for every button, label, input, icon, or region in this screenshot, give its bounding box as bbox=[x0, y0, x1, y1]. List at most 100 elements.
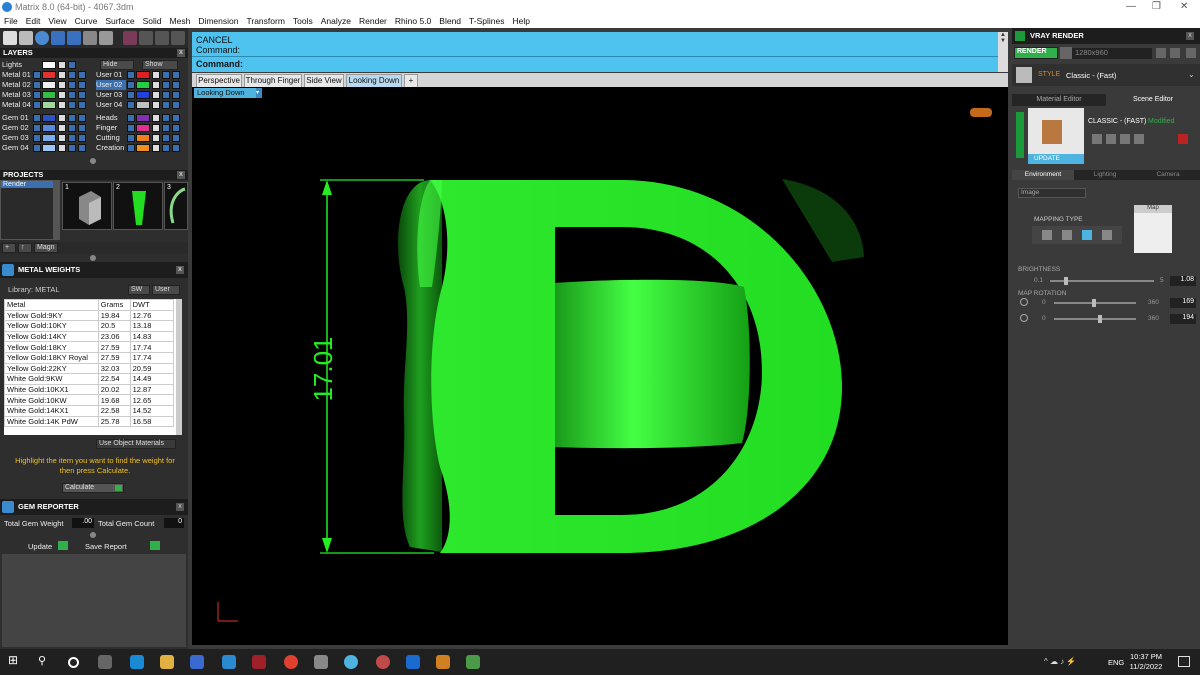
hide-button[interactable]: Hide bbox=[100, 60, 134, 70]
layer-toggle-icon[interactable] bbox=[127, 114, 135, 122]
calculate-button[interactable]: Calculate bbox=[62, 483, 124, 493]
collapse-handle[interactable] bbox=[90, 158, 96, 164]
new-file-icon[interactable] bbox=[3, 31, 17, 45]
tray-icons[interactable]: ^ ☁ ♪ ⚡ bbox=[1044, 657, 1076, 666]
clock-date[interactable]: 11/2/2022 bbox=[1128, 662, 1164, 671]
collapse-handle[interactable] bbox=[90, 255, 96, 261]
layer-visibility-icon[interactable] bbox=[172, 71, 180, 79]
layer-color-swatch[interactable] bbox=[136, 91, 150, 99]
lightbulb-icon[interactable] bbox=[152, 101, 160, 109]
menu-solid[interactable]: Solid bbox=[139, 14, 166, 26]
viewport-label[interactable]: Looking Down ▾ bbox=[194, 88, 262, 98]
layer-row-label[interactable]: Cutting bbox=[96, 133, 126, 143]
file-explorer-icon[interactable] bbox=[160, 655, 174, 669]
lock-icon[interactable] bbox=[162, 71, 170, 79]
layer-toggle-icon[interactable] bbox=[33, 101, 41, 109]
lock-icon[interactable] bbox=[68, 144, 76, 152]
snap-icon[interactable] bbox=[139, 31, 153, 45]
sw-button[interactable]: SW bbox=[128, 285, 150, 295]
rotation1-slider-thumb[interactable] bbox=[1092, 299, 1096, 307]
layer-visibility-icon[interactable] bbox=[172, 144, 180, 152]
layer-visibility-icon[interactable] bbox=[78, 144, 86, 152]
table-scrollbar[interactable] bbox=[176, 299, 182, 435]
lock-icon[interactable] bbox=[162, 101, 170, 109]
layer-row-label[interactable]: Gem 04 bbox=[2, 143, 29, 153]
close-icon[interactable]: ✕ bbox=[1180, 1, 1188, 12]
table-row[interactable]: Yellow Gold:18KY 27.59 17.74 bbox=[4, 341, 175, 353]
lock-icon[interactable] bbox=[68, 114, 76, 122]
tab-camera[interactable]: Camera bbox=[1136, 170, 1200, 180]
layer-row-label[interactable]: Finger bbox=[96, 123, 126, 133]
rotation2-value[interactable]: 194 bbox=[1170, 314, 1196, 324]
language-indicator[interactable]: ENG bbox=[1108, 658, 1124, 667]
layer-color-swatch[interactable] bbox=[42, 91, 56, 99]
layer-color-swatch[interactable] bbox=[136, 71, 150, 79]
layer-visibility-icon[interactable] bbox=[78, 114, 86, 122]
table-row[interactable]: White Gold:14KX1 22.58 14.52 bbox=[4, 404, 175, 417]
mapping-box-icon[interactable] bbox=[1062, 230, 1072, 240]
layer-toggle-icon[interactable] bbox=[127, 134, 135, 142]
mapping-plane-icon[interactable] bbox=[1042, 230, 1052, 240]
layer-toggle-icon[interactable] bbox=[33, 134, 41, 142]
table-row[interactable]: Yellow Gold:22KY 32.03 20.59 bbox=[4, 362, 175, 375]
close-icon[interactable]: x bbox=[177, 171, 185, 179]
lightbulb-icon[interactable] bbox=[152, 144, 160, 152]
layer-color-swatch[interactable] bbox=[42, 134, 56, 142]
lock-icon[interactable] bbox=[68, 101, 76, 109]
table-row[interactable]: Yellow Gold:18KY Royal 27.59 17.74 bbox=[4, 351, 175, 364]
layer-visibility-icon[interactable] bbox=[172, 101, 180, 109]
menu-file[interactable]: File bbox=[0, 14, 22, 26]
render-button[interactable]: RENDER bbox=[1014, 47, 1058, 59]
scrollbar[interactable] bbox=[54, 180, 60, 240]
chevron-down-icon[interactable]: ⌄ bbox=[1188, 70, 1195, 79]
collapse-handle[interactable] bbox=[90, 532, 96, 538]
layer-toggle-icon[interactable] bbox=[33, 144, 41, 152]
lightbulb-icon[interactable] bbox=[58, 81, 66, 89]
layer-row-label[interactable]: User 01 bbox=[96, 70, 126, 80]
menu-analyze[interactable]: Analyze bbox=[317, 14, 355, 26]
lock-icon[interactable] bbox=[162, 81, 170, 89]
table-row[interactable]: White Gold:14K PdW 25.78 16.58 bbox=[4, 415, 175, 428]
menu-view[interactable]: View bbox=[44, 14, 70, 26]
layer-visibility-icon[interactable] bbox=[172, 91, 180, 99]
table-row[interactable]: White Gold:9KW 22.54 14.49 bbox=[4, 373, 175, 385]
clock-time[interactable]: 10:37 PM bbox=[1128, 652, 1164, 661]
layer-row-label[interactable]: Metal 02 bbox=[2, 80, 31, 90]
render-mode-icon[interactable] bbox=[123, 31, 137, 45]
layer-color-swatch[interactable] bbox=[42, 124, 56, 132]
layer-visibility-icon[interactable] bbox=[172, 124, 180, 132]
layer-lights[interactable]: Lights bbox=[2, 60, 22, 70]
table-row[interactable]: Yellow Gold:14KY 23.06 14.83 bbox=[4, 330, 175, 343]
tools-icon[interactable] bbox=[83, 31, 97, 45]
rotation1-value[interactable]: 169 bbox=[1170, 298, 1196, 308]
lock-icon[interactable] bbox=[162, 144, 170, 152]
menu-render[interactable]: Render bbox=[355, 14, 391, 26]
widgets-icon[interactable] bbox=[98, 655, 112, 669]
layer-color-swatch[interactable] bbox=[42, 144, 56, 152]
settings-icon[interactable] bbox=[1156, 48, 1166, 58]
menu-edit[interactable]: Edit bbox=[22, 14, 45, 26]
close-icon[interactable]: x bbox=[176, 266, 184, 274]
add-tab-button[interactable]: + bbox=[404, 74, 418, 87]
menu-rhino[interactable]: Rhino 5.0 bbox=[391, 14, 435, 26]
menu-tools[interactable]: Tools bbox=[289, 14, 317, 26]
layer-row-label[interactable]: Gem 03 bbox=[2, 133, 29, 143]
globe-icon[interactable] bbox=[35, 31, 49, 45]
col-dwt[interactable]: DWT bbox=[129, 299, 175, 311]
menu-help[interactable]: Help bbox=[508, 14, 533, 26]
project-list-item[interactable]: Render bbox=[1, 181, 53, 188]
mail-icon[interactable] bbox=[222, 655, 236, 669]
window-icon[interactable] bbox=[1170, 48, 1180, 58]
layer-toggle-icon[interactable] bbox=[33, 114, 41, 122]
layer-row-label[interactable]: Metal 03 bbox=[2, 90, 31, 100]
project-thumbnail[interactable]: 1 bbox=[62, 182, 112, 230]
user-button[interactable]: User bbox=[152, 285, 180, 295]
update-button[interactable] bbox=[58, 541, 68, 550]
update-preview-button[interactable]: UPDATE bbox=[1028, 154, 1084, 164]
layer-toggle-icon[interactable] bbox=[127, 91, 135, 99]
tab-looking-down[interactable]: Looking Down bbox=[346, 74, 402, 87]
command-prompt[interactable]: Command: bbox=[196, 59, 243, 69]
lock-icon[interactable] bbox=[68, 91, 76, 99]
table-row[interactable]: Yellow Gold:9KY 19.84 12.76 bbox=[4, 309, 175, 322]
menu-curve[interactable]: Curve bbox=[71, 14, 102, 26]
